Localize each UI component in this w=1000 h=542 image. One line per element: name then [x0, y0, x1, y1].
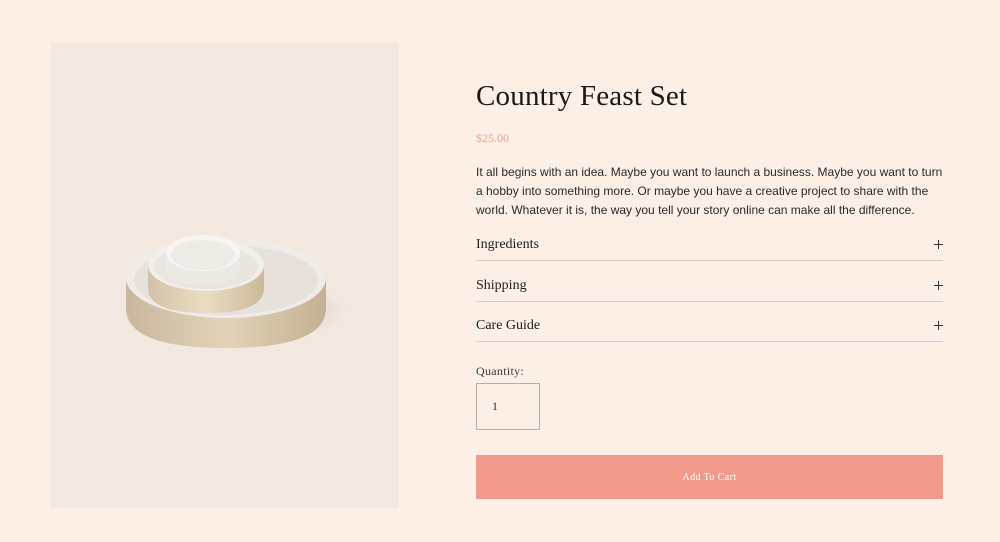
accordion-label: Care Guide [476, 318, 541, 333]
add-to-cart-button[interactable]: Add To Cart [476, 455, 943, 499]
plus-icon [934, 281, 943, 290]
accordion-ingredients[interactable]: Ingredients [476, 237, 943, 261]
product-image [51, 43, 399, 508]
accordion-label: Ingredients [476, 237, 539, 252]
plus-icon [934, 321, 943, 330]
plus-icon [934, 240, 943, 249]
quantity-label: Quantity: [476, 364, 525, 378]
accordion-care-guide[interactable]: Care Guide [476, 318, 943, 342]
accordion-shipping[interactable]: Shipping [476, 278, 943, 302]
nested-bowls-image [126, 235, 346, 348]
product-title: Country Feast Set [476, 80, 688, 112]
quantity-input[interactable] [476, 383, 540, 430]
product-description: It all begins with an idea. Maybe you wa… [476, 165, 943, 217]
product-price: $25.00 [476, 131, 509, 145]
accordion-label: Shipping [476, 278, 527, 293]
